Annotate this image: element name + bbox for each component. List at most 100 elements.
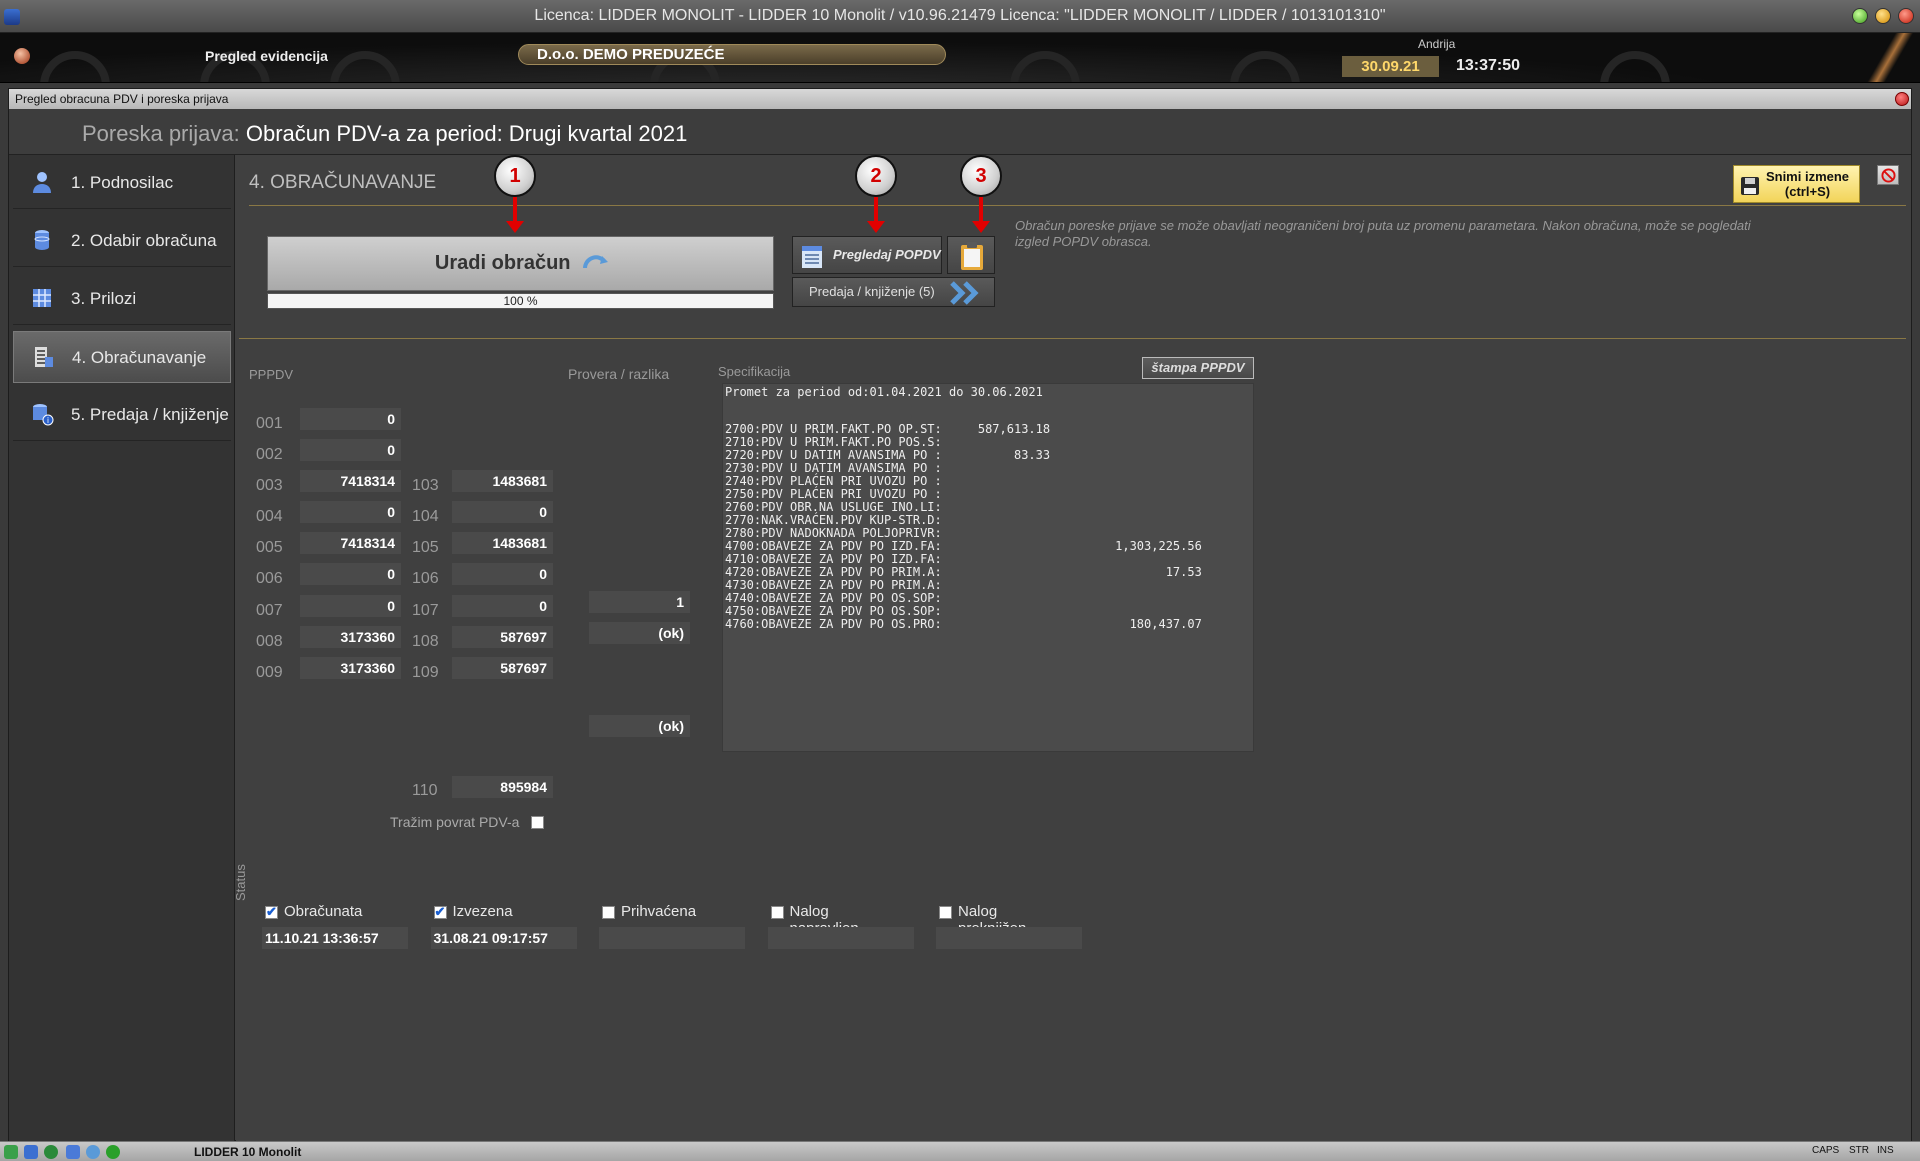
company-name[interactable]: D.o.o. DEMO PREDUZEĆE	[518, 44, 946, 65]
menu-orb-icon[interactable]	[14, 48, 30, 64]
pppdv-value-002[interactable]: 0	[300, 439, 401, 461]
user-tray-icon[interactable]	[4, 1145, 18, 1159]
pppdv-value-109[interactable]: 587697	[452, 657, 553, 679]
pppdv-value-107[interactable]: 0	[452, 595, 553, 617]
double-chevron-right-icon	[950, 281, 979, 305]
sidebar-item-podnosilac[interactable]: 1. Podnosilac	[13, 157, 231, 209]
sidebar-item-label: 4. Obračunavanje	[72, 348, 207, 367]
save-button[interactable]: Snimi izmene (ctrl+S)	[1733, 165, 1860, 203]
pppdv-value-106[interactable]: 0	[452, 563, 553, 585]
annotation-marker-3: 3	[960, 155, 1002, 197]
sidebar-item-prilozi[interactable]: 3. Prilozi	[13, 273, 231, 325]
sidebar-item-label: 2. Odabir obračuna	[71, 231, 217, 250]
submit-posting-button[interactable]: Predaja / knjiženje (5)	[792, 277, 995, 307]
annotation-arrow	[867, 197, 885, 233]
page-heading: Poreska prijava: Obračun PDV-a za period…	[9, 109, 1911, 155]
pppdv-code: 006	[256, 570, 283, 587]
calculate-button[interactable]: Uradi obračun	[267, 236, 774, 291]
decor-stripe	[1860, 33, 1920, 82]
page-heading-value: Obračun PDV-a za period: Drugi kvartal 2…	[245, 121, 688, 146]
floppy-icon	[1741, 177, 1759, 195]
no-entry-icon	[1881, 168, 1896, 183]
status-checkbox[interactable]	[939, 906, 952, 919]
ins-indicator: INS	[1877, 1145, 1894, 1156]
sidebar-item-odabir[interactable]: 2. Odabir obračuna	[13, 215, 231, 267]
pppdv-value-001[interactable]: 0	[300, 408, 401, 430]
save-shortcut: (ctrl+S)	[1784, 184, 1831, 199]
pppdv-code: 107	[412, 602, 439, 619]
person-icon	[33, 172, 51, 193]
info-line: izgled POPDV obrasca.	[1015, 234, 1152, 249]
decor-ring	[1230, 51, 1300, 82]
pppdv-value-009[interactable]: 3173360	[300, 657, 401, 679]
pppdv-value-103[interactable]: 1483681	[452, 470, 553, 492]
sidebar: 1. Podnosilac 2. Odabir obračuna 3. Pril…	[9, 155, 235, 1142]
pppdv-value-006[interactable]: 0	[300, 563, 401, 585]
section-title: 4. OBRAČUNAVANJE	[249, 172, 437, 193]
pppdv-code: 109	[412, 664, 439, 681]
pppdv-value-003[interactable]: 7418314	[300, 470, 401, 492]
spec-line: 4760:OBAVEZE ZA PDV PO OS.PRO: 180,437.0…	[725, 617, 1202, 631]
status-item-label: Izvezena	[452, 903, 513, 920]
clipboard-button[interactable]	[947, 236, 995, 274]
sidebar-item-predaja[interactable]: i 5. Predaja / knjiženje	[13, 389, 231, 441]
print-pppdv-button[interactable]: štampa PPPDV	[1142, 357, 1254, 379]
calculate-label: Uradi obračun	[434, 252, 571, 274]
specification-box[interactable]: Promet za period od:01.04.2021 do 30.06.…	[722, 383, 1254, 752]
check-tray-icon[interactable]	[86, 1145, 100, 1159]
module-close-button[interactable]	[1895, 92, 1909, 106]
pppdv-code: 007	[256, 602, 283, 619]
pppdv-code: 110	[412, 782, 438, 799]
pppdv-code: 108	[412, 633, 439, 650]
divider	[239, 338, 1906, 339]
taskbar: LIDDER 10 Monolit CAPS STR INS	[0, 1141, 1920, 1161]
table-icon	[33, 289, 51, 307]
pppdv-code: 003	[256, 477, 283, 494]
refund-checkbox[interactable]	[531, 816, 544, 829]
status-item-label: Prihvaćena	[621, 903, 697, 920]
caps-indicator: CAPS	[1812, 1145, 1840, 1156]
status-checkbox[interactable]	[433, 904, 447, 920]
pppdv-value-005[interactable]: 7418314	[300, 532, 401, 554]
status-checkbox[interactable]	[265, 904, 278, 920]
info-line: Obračun poreske prijave se može obavljat…	[1015, 218, 1751, 233]
minimize-button[interactable]	[1852, 8, 1868, 24]
pppdv-value-110[interactable]: 895984	[452, 776, 553, 798]
pppdv-code: 004	[256, 508, 283, 525]
refresh-icon	[583, 255, 609, 269]
module-window: Pregled obracuna PDV i poreska prijava P…	[8, 88, 1912, 1142]
pppdv-value-008[interactable]: 3173360	[300, 626, 401, 648]
pppdv-code: 005	[256, 539, 283, 556]
annotation-arrow	[972, 197, 990, 233]
status-item-label: Obračunata	[284, 903, 363, 920]
user-name: Andrija	[1418, 37, 1456, 51]
section-name: Pregled evidencija	[205, 48, 328, 64]
header-time: 13:37:50	[1456, 57, 1521, 74]
database-tray-icon[interactable]	[66, 1145, 80, 1159]
play-tray-icon[interactable]	[106, 1145, 120, 1159]
status-timestamp: 11.10.21 13:36:57	[262, 927, 408, 949]
annotation-marker-1: 1	[494, 155, 536, 197]
pppdv-value-007[interactable]: 0	[300, 595, 401, 617]
pppdv-value-105[interactable]: 1483681	[452, 532, 553, 554]
document-list-icon	[802, 246, 822, 268]
status-checkbox[interactable]	[770, 906, 784, 919]
close-button[interactable]	[1898, 8, 1914, 24]
pppdv-code: 106	[412, 570, 439, 587]
taskbar-app-name[interactable]: LIDDER 10 Monolit	[194, 1145, 301, 1159]
globe-tray-icon[interactable]	[44, 1145, 58, 1159]
sidebar-item-obracunavanje[interactable]: 4. Obračunavanje	[13, 331, 231, 383]
window-tray-icon[interactable]	[24, 1145, 38, 1159]
status-checkbox[interactable]	[602, 906, 615, 919]
sidebar-item-label: 3. Prilozi	[71, 289, 137, 308]
pppdv-code: 002	[256, 446, 283, 463]
decor-ring	[1600, 51, 1670, 82]
review-popdv-button[interactable]: Pregledaj POPDV	[792, 236, 942, 274]
progress-bar: 100 %	[267, 293, 774, 309]
cancel-button[interactable]	[1877, 165, 1899, 185]
header-date[interactable]: 30.09.21	[1342, 56, 1439, 77]
pppdv-value-104[interactable]: 0	[452, 501, 553, 523]
pppdv-value-108[interactable]: 587697	[452, 626, 553, 648]
maximize-button[interactable]	[1875, 8, 1891, 24]
pppdv-value-004[interactable]: 0	[300, 501, 401, 523]
